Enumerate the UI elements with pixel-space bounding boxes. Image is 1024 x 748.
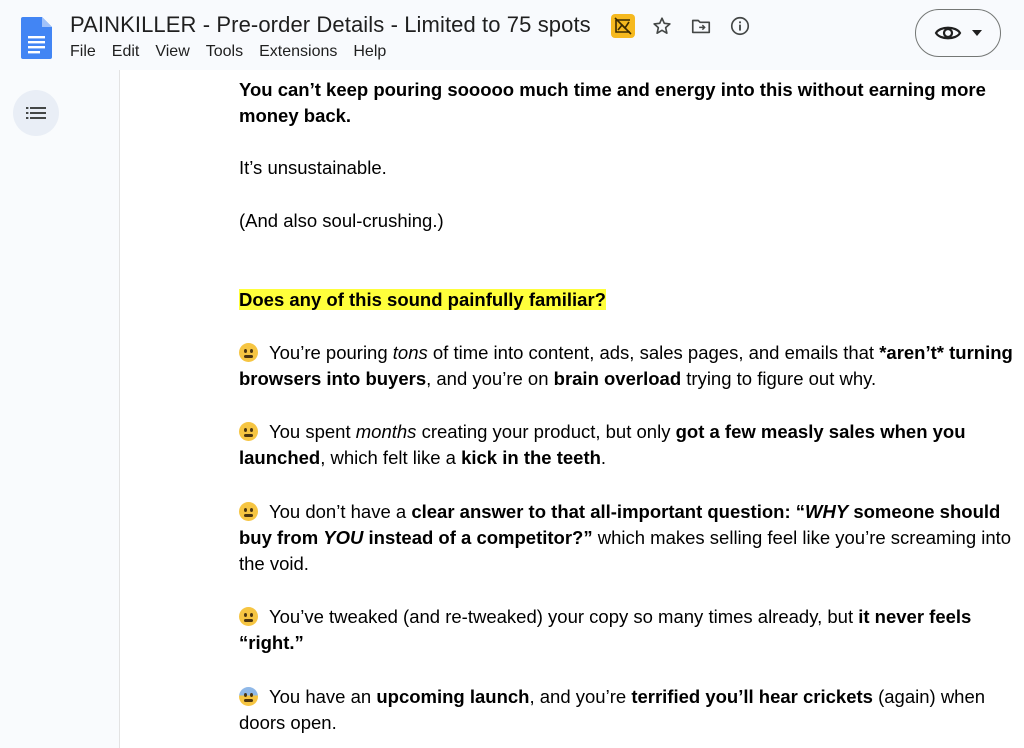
grimace-face-icon (239, 422, 258, 441)
paragraph-intro: You can’t keep pouring sooooo much time … (239, 79, 986, 126)
title-actions (610, 13, 766, 39)
star-icon[interactable] (649, 13, 675, 39)
sad-face-icon (239, 343, 258, 362)
document-body[interactable]: You can’t keep pouring sooooo much time … (239, 70, 1014, 748)
bullet-launch: You have an upcoming launch, and you’re … (239, 686, 986, 733)
menu-extensions[interactable]: Extensions (259, 43, 337, 61)
menu-view[interactable]: View (155, 43, 189, 61)
document-title[interactable]: PAINKILLER - Pre-order Details - Limited… (70, 12, 591, 38)
anxious-face-icon (239, 687, 258, 706)
viewing-mode-button[interactable] (915, 9, 1001, 57)
bullet-content: You’re pouring tons of time into content… (239, 342, 1013, 389)
info-icon[interactable] (727, 13, 753, 39)
bullet-copy: You’ve tweaked (and re-tweaked) your cop… (239, 606, 972, 653)
badge-icon[interactable] (610, 13, 636, 39)
frown-face-icon (239, 502, 258, 521)
bullet-question: You don’t have a clear answer to that al… (239, 501, 1012, 574)
menu-bar: File Edit View Tools Extensions Help (70, 43, 402, 61)
paragraph-unsustainable: It’s unsustainable. (239, 157, 387, 178)
move-folder-icon[interactable] (688, 13, 714, 39)
bullet-product: You spent months creating your product, … (239, 421, 966, 468)
paragraph-soul-crushing: (And also soul-crushing.) (239, 210, 444, 231)
disappointed-face-icon (239, 607, 258, 626)
app-header: PAINKILLER - Pre-order Details - Limited… (0, 0, 1024, 70)
left-rail (0, 70, 120, 748)
menu-help[interactable]: Help (353, 43, 386, 61)
caret-down-icon (972, 30, 982, 36)
menu-file[interactable]: File (70, 43, 96, 61)
eye-icon (934, 26, 962, 40)
outline-list-icon (26, 107, 46, 119)
menu-edit[interactable]: Edit (112, 43, 140, 61)
document-outline-button[interactable] (13, 90, 59, 136)
heading-familiar: Does any of this sound painfully familia… (239, 289, 606, 310)
docs-logo-icon[interactable] (21, 17, 52, 59)
menu-tools[interactable]: Tools (206, 43, 243, 61)
